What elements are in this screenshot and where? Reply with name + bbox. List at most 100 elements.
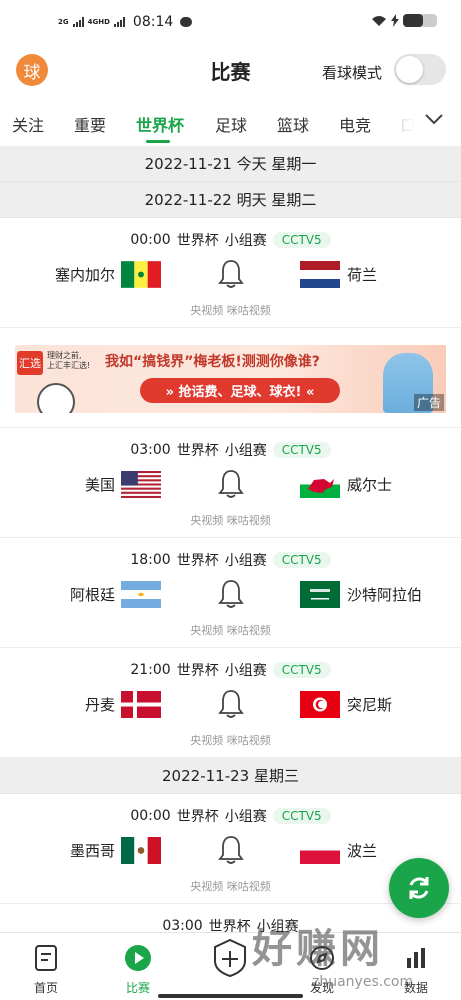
- tab-esports[interactable]: 电竞: [339, 112, 371, 136]
- home-team: 美国: [84, 476, 115, 494]
- away-team: 威尔士: [347, 476, 393, 494]
- ad-brand-text: 理财之前, 上汇丰汇选!: [47, 351, 90, 371]
- bell-icon[interactable]: [216, 834, 246, 866]
- match-header: 21:00 世界杯 小组赛 CCTV5: [0, 660, 461, 680]
- date-header: 2022-11-22 明天 星期二: [0, 182, 461, 218]
- date-header: 2022-11-23 星期三: [0, 758, 461, 794]
- channel-badge: CCTV5: [272, 232, 331, 248]
- date-header: 2022-11-21 今天 星期一: [0, 146, 461, 182]
- ad-brand-line: 理财之前,: [47, 351, 82, 360]
- network-4g-label: 4GHD: [87, 18, 110, 26]
- home-team: 墨西哥: [69, 842, 115, 860]
- document-icon: [35, 945, 57, 971]
- match-stage: 小组赛: [224, 233, 267, 249]
- away-team: 沙特阿拉伯: [347, 586, 423, 604]
- stream-sources[interactable]: 央视频 咪咕视频: [0, 732, 461, 748]
- channel-badge: CCTV5: [272, 808, 331, 824]
- watermark-url: zhuanyes.com: [312, 974, 414, 990]
- tab-basketball[interactable]: 篮球: [277, 112, 309, 136]
- tab-world-cup[interactable]: 世界杯: [136, 112, 184, 136]
- stream-sources[interactable]: 央视频 咪咕视频: [0, 622, 461, 638]
- saudi-flag-icon: [300, 581, 340, 608]
- channel-badge: CCTV5: [272, 442, 331, 458]
- ad-banner[interactable]: 汇选 理财之前, 上汇丰汇选! 我如“搞钱界”梅老板!测测你像谁? » 抢话费、…: [15, 345, 446, 413]
- denmark-flag-icon: [121, 691, 161, 718]
- signal-icon-2: [113, 17, 125, 27]
- stream-sources[interactable]: 央视频 咪咕视频: [0, 512, 461, 528]
- nav-create[interactable]: [200, 939, 260, 979]
- status-left: 2G 4GHD 08:14: [58, 14, 193, 30]
- senegal-flag-icon: [121, 261, 161, 288]
- wifi-icon: [372, 15, 386, 26]
- match-time: 00:00: [130, 232, 171, 248]
- ad-brand-logo: 汇选: [17, 351, 43, 375]
- bell-icon[interactable]: [216, 688, 246, 720]
- tunisia-flag-icon: [300, 691, 340, 718]
- tab-follow[interactable]: 关注: [12, 112, 44, 136]
- toggle-knob: [396, 56, 423, 83]
- channel-badge: CCTV5: [272, 662, 331, 678]
- stream-sources[interactable]: 央视频 咪咕视频: [0, 302, 461, 318]
- signal-icon: [72, 17, 84, 27]
- page-title: 比赛: [210, 60, 251, 84]
- watch-mode-toggle[interactable]: [394, 54, 446, 85]
- poland-flag-icon: [300, 837, 340, 864]
- match-stage: 小组赛: [224, 443, 267, 459]
- tab-football[interactable]: 足球: [215, 112, 247, 136]
- match-card[interactable]: 00:00 世界杯 小组赛 CCTV5 塞内加尔 荷兰 央视频 咪咕视频: [0, 218, 461, 328]
- active-tab-indicator: [146, 140, 170, 143]
- refresh-icon: [409, 877, 429, 899]
- away-team: 荷兰: [347, 266, 378, 284]
- home-team: 阿根廷: [69, 586, 115, 604]
- match-league: 世界杯: [176, 233, 219, 249]
- away-team: 波兰: [347, 842, 378, 860]
- tab-fade: [388, 100, 428, 146]
- match-header: 03:00 世界杯 小组赛 CCTV5: [0, 440, 461, 460]
- match-list: 2022-11-21 今天 星期一 2022-11-22 明天 星期二 00:0…: [0, 146, 461, 1000]
- usa-flag-icon: [121, 471, 161, 498]
- play-circle-icon: [125, 945, 151, 971]
- bell-icon[interactable]: [216, 468, 246, 500]
- ad-tag: 广告: [413, 394, 444, 411]
- match-league: 世界杯: [176, 663, 219, 679]
- ad-headline: 我如“搞钱界”梅老板!测测你像谁?: [105, 354, 320, 370]
- status-right: [371, 14, 437, 27]
- nav-matches[interactable]: 比赛: [108, 943, 168, 996]
- match-stage: 小组赛: [224, 663, 267, 679]
- wales-flag-icon: [300, 471, 340, 498]
- away-team: 突尼斯: [347, 696, 393, 714]
- match-card[interactable]: 18:00 世界杯 小组赛 CCTV5 阿根廷 沙特阿拉伯 央视频 咪咕视频: [0, 538, 461, 648]
- tab-important[interactable]: 重要: [74, 112, 106, 136]
- match-time: 00:00: [130, 808, 171, 824]
- plus-shield-icon: [214, 939, 246, 977]
- charging-icon: [391, 14, 399, 27]
- match-header: 00:00 世界杯 小组赛 CCTV5: [0, 230, 461, 250]
- refresh-button[interactable]: [389, 858, 449, 918]
- message-icon: [180, 17, 193, 27]
- match-league: 世界杯: [176, 443, 219, 459]
- watermark: 好赚网 zhuanyes.com: [252, 916, 452, 996]
- match-time: 21:00: [130, 662, 171, 678]
- match-stage: 小组赛: [224, 809, 267, 825]
- watermark-text: 好赚网: [252, 926, 384, 972]
- match-stage: 小组赛: [224, 553, 267, 569]
- match-time: 03:00: [130, 442, 171, 458]
- match-card[interactable]: 21:00 世界杯 小组赛 CCTV5 丹麦 突尼斯 央视频 咪咕视频: [0, 648, 461, 758]
- battery-icon: [403, 14, 437, 27]
- nav-label: 首页: [33, 981, 58, 995]
- network-2g-label: 2G: [58, 18, 69, 26]
- ad-brand-line: 上汇丰汇选!: [47, 361, 91, 370]
- bell-icon[interactable]: [216, 258, 246, 290]
- ad-cta-button[interactable]: » 抢话费、足球、球衣! «: [140, 378, 340, 403]
- match-card[interactable]: 03:00 世界杯 小组赛 CCTV5 美国 威尔士 央视频 咪咕视频: [0, 428, 461, 538]
- match-header: 18:00 世界杯 小组赛 CCTV5: [0, 550, 461, 570]
- chevron-down-icon[interactable]: [424, 112, 444, 126]
- bell-icon[interactable]: [216, 578, 246, 610]
- netherlands-flag-icon: [300, 261, 340, 288]
- match-header: 00:00 世界杯 小组赛 CCTV5: [0, 806, 461, 826]
- app-header: 球 比赛 看球模式: [0, 48, 461, 96]
- nav-home[interactable]: 首页: [16, 943, 76, 996]
- mexico-flag-icon: [121, 837, 161, 864]
- football-icon: [37, 383, 75, 413]
- category-tabs: 关注 重要 世界杯 足球 篮球 电竞 口: [0, 100, 461, 146]
